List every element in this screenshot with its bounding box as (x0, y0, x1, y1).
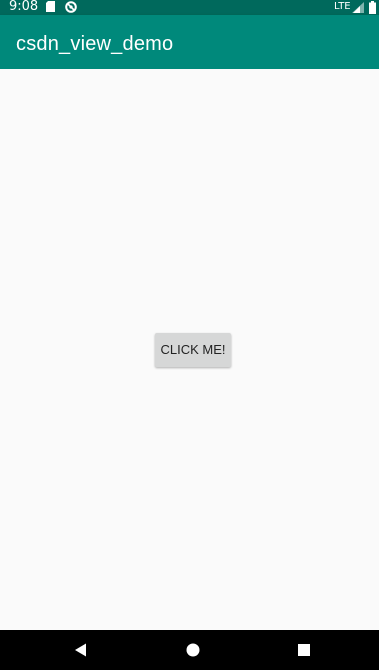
sd-card-icon (46, 1, 55, 12)
battery-icon (369, 1, 376, 14)
back-icon[interactable] (73, 642, 89, 658)
click-me-button[interactable]: CLICK ME! (155, 333, 231, 367)
phone-screen: 9:08 LTE csdn_view_demo CLICK ME! (0, 0, 379, 670)
status-bar: 9:08 LTE (0, 0, 379, 15)
main-content: CLICK ME! (0, 69, 379, 630)
navigation-bar (0, 630, 379, 670)
recents-icon[interactable] (296, 642, 312, 658)
signal-icon (352, 2, 364, 13)
network-type: LTE (334, 1, 351, 12)
status-time: 9:08 (9, 0, 39, 14)
app-title: csdn_view_demo (16, 33, 174, 55)
home-icon[interactable] (185, 642, 201, 658)
app-bar: csdn_view_demo (0, 15, 379, 69)
sync-icon (65, 1, 77, 13)
